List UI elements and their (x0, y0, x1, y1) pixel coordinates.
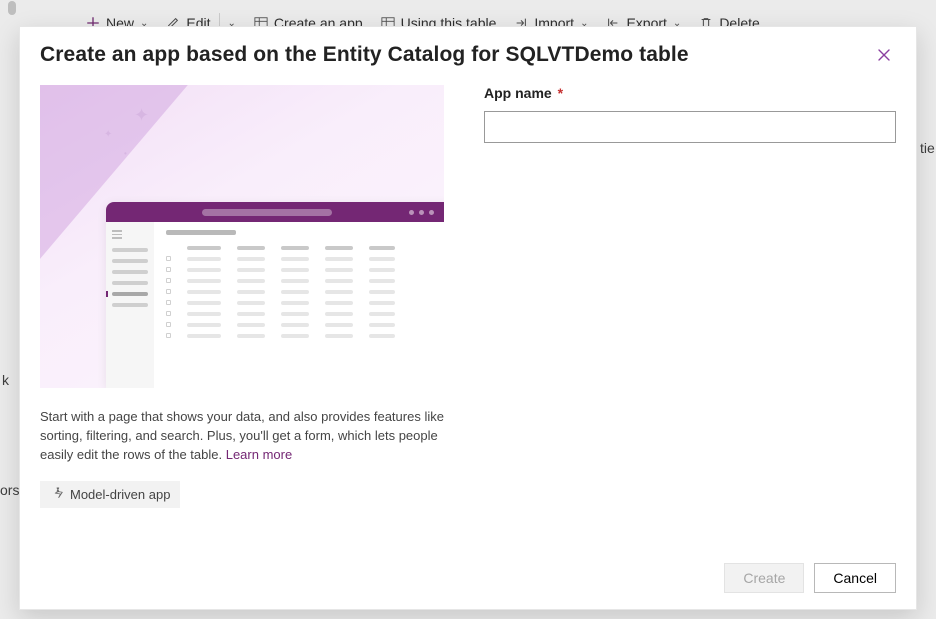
sparkle-icon: ✦ (134, 105, 149, 126)
app-name-input[interactable] (484, 111, 896, 143)
model-driven-app-tag: Model-driven app (40, 481, 180, 508)
mock-app-window (106, 202, 444, 388)
dialog-header: Create an app based on the Entity Catalo… (20, 27, 916, 77)
sparkle-icon: • (124, 149, 127, 158)
left-column: ✦ ✦ • (40, 85, 444, 551)
right-column: App name * (484, 85, 896, 551)
dialog-title: Create an app based on the Entity Catalo… (40, 43, 689, 67)
required-indicator: * (558, 85, 563, 101)
tag-label: Model-driven app (70, 487, 170, 502)
create-app-dialog: Create an app based on the Entity Catalo… (19, 26, 917, 610)
close-button[interactable] (872, 43, 896, 67)
description-text: Start with a page that shows your data, … (40, 408, 444, 465)
app-illustration: ✦ ✦ • (40, 85, 444, 388)
app-type-icon (50, 487, 64, 501)
app-name-label: App name * (484, 85, 563, 101)
dialog-footer: Create Cancel (20, 551, 916, 609)
sparkle-icon: ✦ (104, 129, 112, 140)
dialog-body: ✦ ✦ • (20, 77, 916, 551)
learn-more-link[interactable]: Learn more (226, 447, 292, 462)
close-icon (876, 47, 892, 63)
create-button[interactable]: Create (724, 563, 804, 593)
cancel-button[interactable]: Cancel (814, 563, 896, 593)
